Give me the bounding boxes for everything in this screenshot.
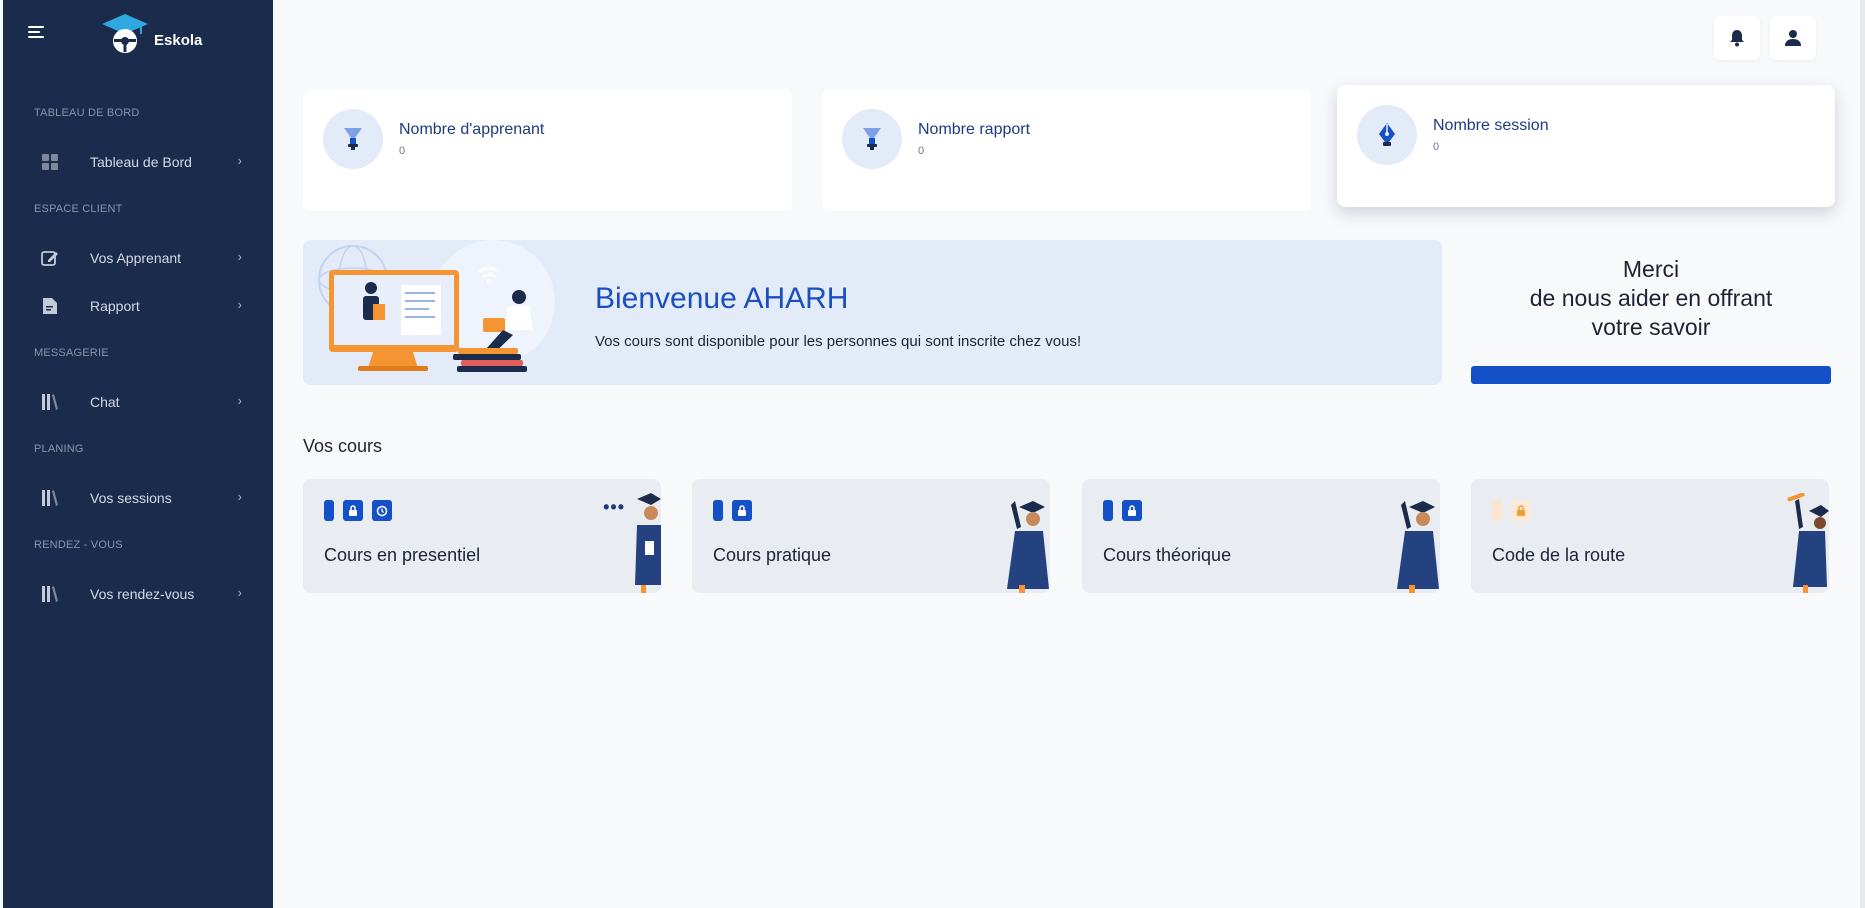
chevron-right-icon: › <box>237 489 242 504</box>
stat-value: 0 <box>918 145 925 157</box>
course-badges <box>1492 500 1531 521</box>
sidebar-item-label: Tableau de Bord <box>90 154 192 170</box>
books-icon <box>40 392 60 412</box>
stat-value: 0 <box>399 145 406 157</box>
pen-nib-icon <box>1357 105 1417 165</box>
stat-card-rapport: Nombre rapport 0 <box>822 89 1311 211</box>
course-badges <box>713 500 752 521</box>
status-badge <box>713 500 723 521</box>
stat-title: Nombre d'apprenant <box>399 121 545 138</box>
chevron-right-icon: › <box>237 393 242 408</box>
course-card-pratique[interactable]: Cours pratique <box>692 479 1050 593</box>
lock-icon <box>1122 500 1142 521</box>
course-name: Cours pratique <box>713 545 832 565</box>
graduate-illustration <box>1397 501 1439 593</box>
welcome-title: Bienvenue AHARH <box>595 282 849 315</box>
thanks-action-bar[interactable] <box>1471 366 1831 384</box>
graduate-illustration <box>635 493 661 593</box>
course-card-presentiel[interactable]: ••• Cours en presentiel <box>303 479 661 593</box>
sidebar-item-label: Vos Apprenant <box>90 250 182 266</box>
sidebar-item-label: Chat <box>90 394 120 410</box>
status-badge <box>1492 500 1502 521</box>
sidebar-item-vos-rendez-vous[interactable]: Vos rendez-vous › <box>40 580 250 608</box>
status-badge <box>324 500 334 521</box>
grid-icon <box>40 152 60 172</box>
chevron-right-icon: › <box>237 297 242 312</box>
welcome-banner: Bienvenue AHARH Vos cours sont disponibl… <box>303 240 1442 385</box>
chevron-right-icon: › <box>237 153 242 168</box>
document-icon <box>40 296 60 316</box>
stat-value: 0 <box>1433 141 1440 153</box>
thanks-message: Merci de nous aider en offrant votre sav… <box>1470 255 1832 342</box>
lock-icon <box>1511 500 1531 521</box>
courses-section-title: Vos cours <box>303 436 383 456</box>
sidebar: Eskola TABLEAU DE BORD Tableau de Bord ›… <box>3 0 273 908</box>
lock-icon <box>732 500 752 521</box>
course-name: Cours théorique <box>1103 545 1232 565</box>
brand-name: Eskola <box>154 31 203 49</box>
sidebar-section-planing: PLANING <box>34 443 84 455</box>
course-name: Code de la route <box>1492 545 1626 565</box>
books-icon <box>40 584 60 604</box>
stat-title: Nombre session <box>1433 117 1549 134</box>
welcome-subtitle: Vos cours sont disponible pour les perso… <box>595 333 1082 350</box>
sidebar-section-messagerie: MESSAGERIE <box>34 347 109 359</box>
graduation-cap-icon <box>102 14 148 53</box>
notifications-button[interactable] <box>1714 16 1760 60</box>
course-card-theorique[interactable]: Cours théorique <box>1082 479 1440 593</box>
lamp-icon <box>842 109 902 169</box>
sidebar-item-label: Rapport <box>90 298 140 314</box>
chevron-right-icon: › <box>237 249 242 264</box>
status-badge <box>1103 500 1113 521</box>
course-name: Cours en presentiel <box>324 545 481 565</box>
sidebar-section-dashboard: TABLEAU DE BORD <box>34 107 140 119</box>
thanks-line-3: votre savoir <box>1591 314 1711 340</box>
online-learning-illustration <box>318 240 555 372</box>
user-icon <box>1785 30 1801 46</box>
sidebar-item-label: Vos sessions <box>90 490 172 506</box>
sidebar-section-rendez-vous: RENDEZ - VOUS <box>34 539 123 551</box>
lamp-icon <box>323 109 383 169</box>
thanks-line-1: Merci <box>1622 256 1680 282</box>
chevron-right-icon: › <box>237 585 242 600</box>
stat-card-apprenant: Nombre d'apprenant 0 <box>303 89 792 211</box>
sidebar-section-espace-client: ESPACE CLIENT <box>34 203 123 215</box>
clock-icon <box>372 500 392 521</box>
course-badges <box>324 500 392 521</box>
menu-toggle-icon[interactable] <box>28 26 46 40</box>
more-options-icon[interactable]: ••• <box>603 497 625 518</box>
sidebar-item-vos-apprenant[interactable]: Vos Apprenant › <box>40 244 250 272</box>
bell-icon <box>1730 30 1744 47</box>
edit-icon <box>40 248 60 268</box>
course-card-code-route[interactable]: Code de la route <box>1471 479 1829 593</box>
sidebar-item-chat[interactable]: Chat › <box>40 388 250 416</box>
scrollbar-track[interactable] <box>1860 0 1865 908</box>
graduate-illustration <box>1007 501 1049 593</box>
stat-card-session: Nombre session 0 <box>1337 85 1835 207</box>
thanks-line-2: de nous aider en offrant <box>1529 285 1773 311</box>
graduate-illustration <box>1787 493 1829 593</box>
books-icon <box>40 488 60 508</box>
brand-logo[interactable]: Eskola <box>100 14 202 56</box>
sidebar-item-tableau-de-bord[interactable]: Tableau de Bord › <box>40 148 250 176</box>
sidebar-item-vos-sessions[interactable]: Vos sessions › <box>40 484 250 512</box>
user-profile-button[interactable] <box>1770 16 1816 60</box>
sidebar-item-rapport[interactable]: Rapport › <box>40 292 250 320</box>
course-badges <box>1103 500 1142 521</box>
sidebar-item-label: Vos rendez-vous <box>90 586 195 602</box>
lock-icon <box>343 500 363 521</box>
stat-title: Nombre rapport <box>918 121 1031 138</box>
